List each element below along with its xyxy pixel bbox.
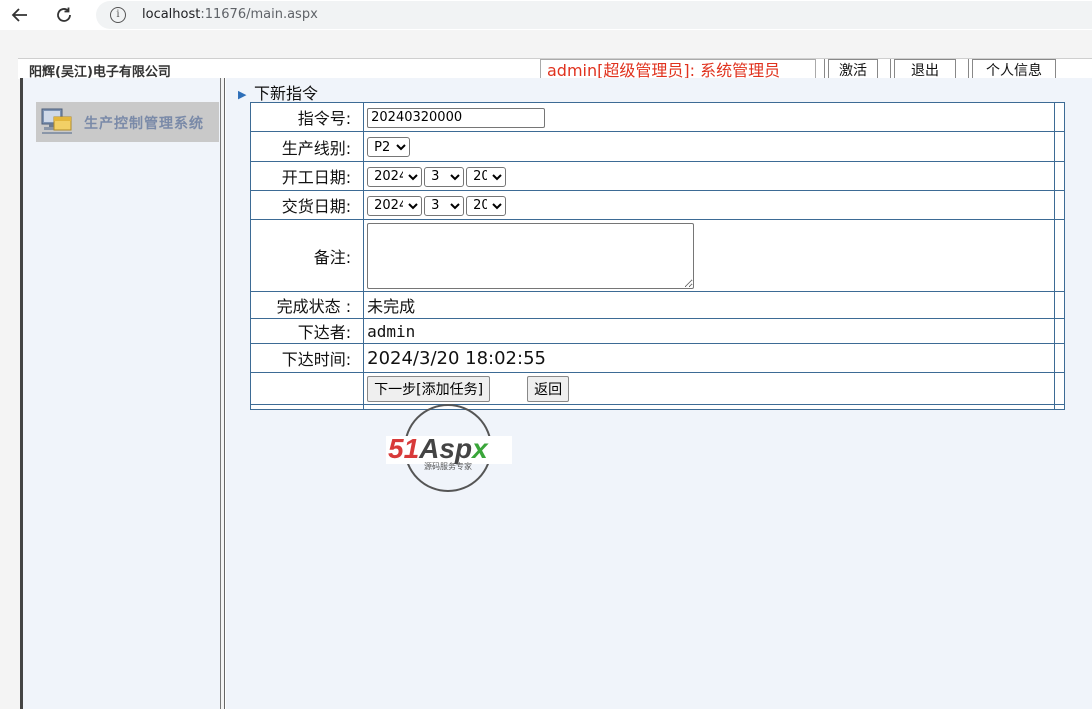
form-row-spacer — [249, 404, 1066, 410]
form-row-start-date: 开工日期: 2024 3 20 — [249, 161, 1066, 191]
actions-label-cell — [249, 372, 365, 405]
delivery-day-select[interactable]: 20 — [466, 195, 507, 216]
delivery-date-label: 交货日期: — [249, 190, 365, 220]
svg-text:51Aspx: 51Aspx — [388, 433, 489, 464]
note-cell — [363, 219, 1055, 292]
user-info: admin[超级管理员]: 系统管理员 — [540, 59, 816, 79]
order-no-input[interactable] — [367, 107, 546, 128]
sidebar-item-production-control[interactable]: 生产控制管理系统 — [36, 102, 219, 142]
delivery-month-select[interactable]: 3 — [424, 195, 465, 216]
start-date-label: 开工日期: — [249, 161, 365, 191]
start-month-select[interactable]: 3 — [424, 166, 465, 187]
right-gutter — [1053, 343, 1066, 373]
status-value: 未完成 — [363, 291, 1055, 319]
page: 阳辉(吴江)电子有限公司 admin[超级管理员]: 系统管理员 激活 退出 个… — [0, 30, 1092, 709]
logo-x: x — [470, 433, 489, 464]
line-select[interactable]: P2 — [367, 137, 411, 158]
order-form: 指令号: 生产线别: P2 开工日期: 2024320 — [249, 102, 1066, 410]
right-gutter — [1053, 291, 1066, 319]
form-row-issue-time: 下达时间: 2024/3/20 18:02:55 — [249, 343, 1066, 373]
right-gutter — [1053, 219, 1066, 292]
order-no-cell — [363, 102, 1055, 132]
start-date-cell: 2024 3 20 — [363, 161, 1055, 191]
form-row-delivery-date: 交货日期: 2024 3 20 — [249, 190, 1066, 220]
computer-icon — [41, 108, 72, 134]
back-button[interactable]: 返回 — [527, 375, 570, 402]
line-label: 生产线别: — [249, 131, 365, 162]
line-cell: P2 — [363, 131, 1055, 162]
section-title-text: 下新指令 — [254, 84, 319, 103]
issuer-label: 下达者: — [249, 318, 365, 344]
status-label: 完成状态 : — [249, 291, 365, 319]
back-icon[interactable] — [8, 3, 32, 27]
delivery-date-cell: 2024 3 20 — [363, 190, 1055, 220]
form-row-issuer: 下达者: admin — [249, 318, 1066, 344]
actions-cell: 下一步[添加任务] 返回 — [363, 372, 1055, 405]
logo-51: 51 — [388, 433, 419, 464]
logo-tagline: 源码服务专家 — [424, 461, 472, 471]
right-gutter — [1053, 404, 1066, 410]
main-content: ▶ 下新指令 指令号: 生产线别: P2 开工日期: 2024320 — [226, 78, 1092, 709]
activate-button[interactable]: 激活 — [828, 59, 878, 79]
right-gutter — [1053, 318, 1066, 344]
form-row-line: 生产线别: P2 — [249, 131, 1066, 162]
spacer-cell — [249, 404, 365, 410]
logo-asp: Asp — [418, 433, 472, 464]
address-bar[interactable]: i localhost:11676/main.aspx — [96, 1, 1092, 29]
reload-icon[interactable] — [52, 3, 76, 27]
start-year-select[interactable]: 2024 — [367, 166, 423, 187]
note-label: 备注: — [249, 219, 365, 292]
browser-toolbar: i localhost:11676/main.aspx — [0, 0, 1092, 30]
right-gutter — [1053, 190, 1066, 220]
section-arrow-icon: ▶ — [238, 88, 247, 101]
company-name: 阳辉(吴江)电子有限公司 — [29, 65, 171, 79]
url-host: localhost — [142, 7, 201, 22]
form-row-status: 完成状态 : 未完成 — [249, 291, 1066, 319]
issuer-value: admin — [363, 318, 1055, 344]
issue-time-value: 2024/3/20 18:02:55 — [363, 343, 1055, 373]
top-header: 阳辉(吴江)电子有限公司 admin[超级管理员]: 系统管理员 激活 退出 个… — [18, 58, 1092, 79]
profile-button[interactable]: 个人信息 — [972, 59, 1056, 79]
sidebar-item-label: 生产控制管理系统 — [84, 116, 204, 132]
right-gutter — [1053, 161, 1066, 191]
delivery-year-select[interactable]: 2024 — [367, 195, 423, 216]
logout-button[interactable]: 退出 — [894, 59, 956, 79]
next-add-task-button[interactable]: 下一步[添加任务] — [367, 375, 491, 402]
right-gutter — [1053, 131, 1066, 162]
start-day-select[interactable]: 20 — [466, 166, 507, 187]
sidebar: 生产控制管理系统 — [20, 78, 223, 709]
order-no-label: 指令号: — [249, 102, 365, 132]
info-icon[interactable]: i — [110, 7, 126, 23]
right-gutter — [1053, 102, 1066, 132]
51aspx-logo: 51Aspx 源码服务专家 — [386, 404, 512, 492]
issue-time-label: 下达时间: — [249, 343, 365, 373]
form-row-actions: 下一步[添加任务] 返回 — [249, 372, 1066, 405]
section-title: ▶ 下新指令 — [238, 80, 318, 104]
url-text: localhost:11676/main.aspx — [142, 7, 318, 22]
note-textarea[interactable] — [367, 222, 695, 289]
form-row-note: 备注: — [249, 219, 1066, 292]
url-path: :11676/main.aspx — [200, 7, 318, 22]
form-row-order-no: 指令号: — [249, 102, 1066, 132]
right-gutter — [1053, 372, 1066, 405]
